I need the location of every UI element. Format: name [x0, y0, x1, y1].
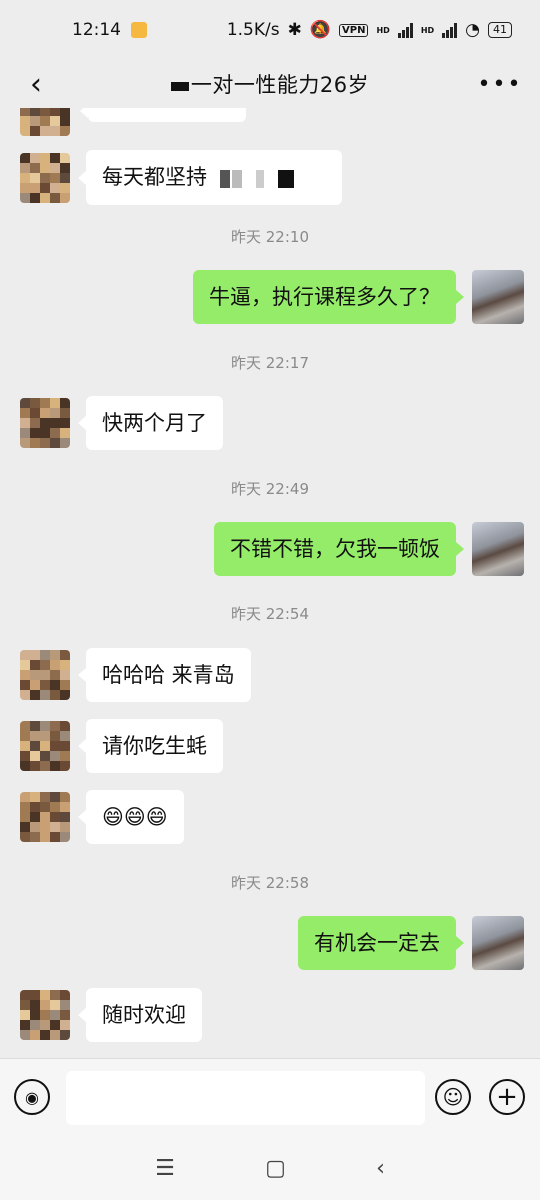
battery-icon: 41: [488, 22, 512, 38]
timestamp: 昨天 22:54: [231, 605, 309, 623]
message-row: 快两个月了: [20, 396, 223, 450]
message-bubble-self[interactable]: 牛逼，执行课程多久了？: [193, 270, 464, 324]
contact-avatar[interactable]: [20, 721, 70, 771]
message-bubble[interactable]: 快两个月了: [78, 396, 223, 450]
message-row-self: 有机会一定去: [298, 916, 524, 970]
message-row-cropped: [20, 108, 246, 136]
timestamp: 昨天 22:17: [231, 354, 309, 372]
voice-icon[interactable]: ◉: [14, 1079, 50, 1115]
self-avatar[interactable]: [472, 916, 524, 970]
notification-icon: [131, 22, 147, 38]
contact-avatar[interactable]: [20, 990, 70, 1040]
message-bubble-self[interactable]: 不错不错，欠我一顿饭: [214, 522, 464, 576]
title-redaction: [170, 81, 189, 91]
bluetooth-icon: ✱: [287, 20, 302, 40]
message-bubble-self[interactable]: 有机会一定去: [298, 916, 464, 970]
contact-avatar[interactable]: [20, 152, 70, 203]
status-time: 12:14: [72, 20, 121, 40]
wifi-icon: ◔: [465, 20, 480, 40]
network-speed: 1.5K/s: [226, 20, 280, 40]
signal-icon-2: [442, 22, 458, 38]
contact-avatar[interactable]: [20, 650, 70, 700]
vpn-badge: VPN: [339, 23, 369, 37]
menu-icon[interactable]: ☰: [155, 1156, 175, 1181]
back-nav-icon[interactable]: ‹: [376, 1156, 385, 1181]
message-bubble[interactable]: 哈哈哈 来青岛: [78, 648, 251, 702]
message-row: 每天都坚持: [20, 150, 342, 205]
timestamp: 昨天 22:10: [231, 228, 309, 246]
message-row: 随时欢迎: [20, 988, 202, 1042]
chat-title: 一对一性能力26岁: [170, 69, 369, 99]
message-row-self: 牛逼，执行课程多久了？: [193, 270, 524, 324]
timestamp: 昨天 22:49: [231, 480, 309, 498]
message-bubble-cropped: [80, 108, 246, 122]
more-dots-icon[interactable]: •••: [478, 64, 521, 104]
message-bubble[interactable]: 请你吃生蚝: [78, 719, 223, 773]
self-avatar[interactable]: [472, 522, 524, 576]
chat-area[interactable]: 每天都坚持 昨天 22:10 牛逼，执行课程多久了？ 昨天 22:17 快两个月…: [0, 108, 540, 1058]
message-row-self: 不错不错，欠我一顿饭: [214, 522, 524, 576]
redaction-mosaic: [219, 164, 296, 192]
input-bar: ◉ ☺ +: [0, 1058, 540, 1136]
emoji-icon[interactable]: ☺: [435, 1079, 471, 1115]
plus-icon[interactable]: +: [489, 1079, 525, 1115]
message-bubble[interactable]: 随时欢迎: [78, 988, 202, 1042]
self-avatar[interactable]: [472, 270, 524, 324]
message-bubble-emoji[interactable]: 😄😄😄: [78, 790, 184, 844]
chat-header: ‹ 一对一性能力26岁 •••: [0, 60, 540, 108]
contact-avatar[interactable]: [20, 398, 70, 448]
contact-avatar[interactable]: [20, 792, 70, 842]
message-row: 哈哈哈 来青岛: [20, 648, 251, 702]
message-input[interactable]: [66, 1071, 425, 1125]
hd-label-2: HD: [420, 25, 435, 35]
signal-icon-1: [397, 22, 413, 38]
mute-bell-icon: 🔕: [309, 20, 332, 40]
system-nav-bar: ☰ ▢ ‹: [0, 1136, 540, 1200]
message-row: 请你吃生蚝: [20, 719, 223, 773]
hd-label-1: HD: [376, 25, 390, 35]
timestamp: 昨天 22:58: [231, 874, 309, 892]
home-icon[interactable]: ▢: [265, 1156, 286, 1181]
back-arrow-icon[interactable]: ‹: [16, 64, 56, 104]
status-bar: 12:14 1.5K/s ✱ 🔕 VPN HD HD ◔ 41: [0, 0, 540, 60]
contact-avatar: [20, 108, 70, 136]
message-row: 😄😄😄: [20, 790, 184, 844]
message-bubble[interactable]: 每天都坚持: [78, 150, 342, 205]
